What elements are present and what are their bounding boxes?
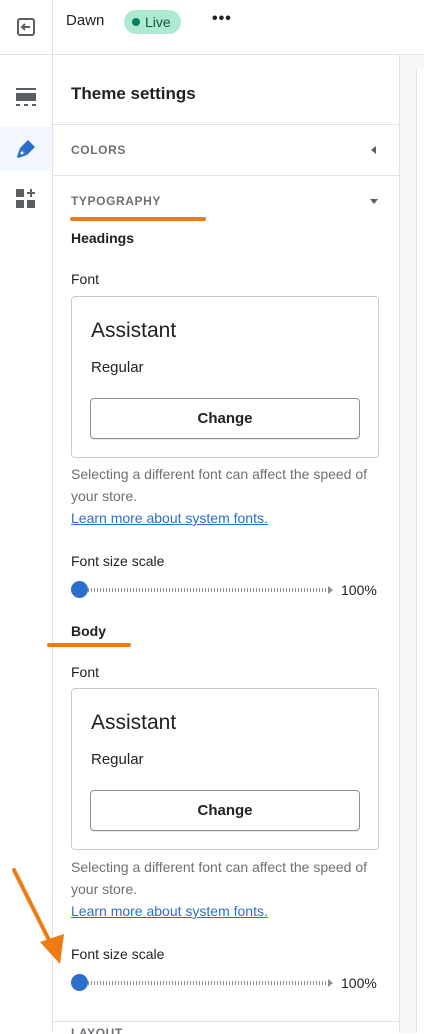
headings-help: Selecting a different font can affect th…	[71, 463, 371, 529]
add-apps-icon	[16, 189, 35, 208]
body-font-label: Font	[71, 664, 100, 680]
section-colors-label: COLORS	[71, 143, 126, 157]
annotation-arrow-icon	[12, 868, 64, 964]
section-typography-label: TYPOGRAPHY	[71, 194, 162, 208]
sections-icon	[16, 88, 36, 106]
headings-font-style: Regular	[91, 359, 144, 376]
live-dot-icon	[132, 18, 140, 26]
slider-thumb[interactable]	[71, 974, 88, 991]
rail-item-apps[interactable]	[0, 177, 52, 221]
exit-icon	[17, 18, 35, 36]
body-help-text: Selecting a different font can affect th…	[71, 859, 368, 897]
body-font-card: Assistant Regular Change	[71, 688, 379, 850]
preview-pane	[400, 55, 424, 1033]
live-label: Live	[145, 14, 171, 30]
section-colors[interactable]: COLORS	[53, 124, 399, 175]
headings-font-size-slider[interactable]: 100%	[71, 579, 383, 599]
body-help: Selecting a different font can affect th…	[71, 856, 371, 922]
headings-help-text: Selecting a different font can affect th…	[71, 466, 368, 504]
slider-thumb[interactable]	[71, 581, 88, 598]
headings-scale-label: Font size scale	[71, 553, 165, 569]
headings-change-font-button[interactable]: Change	[90, 398, 360, 439]
slider-arrow-icon	[328, 979, 333, 987]
section-layout[interactable]: LAYOUT	[53, 1021, 399, 1034]
body-change-font-button[interactable]: Change	[90, 790, 360, 831]
rail-item-sections[interactable]	[0, 75, 52, 119]
exit-button[interactable]	[0, 0, 53, 54]
body-title: Body	[71, 623, 106, 639]
headings-system-fonts-link[interactable]: Learn more about system fonts.	[71, 507, 371, 529]
theme-brush-icon	[17, 140, 35, 158]
body-font-style: Regular	[91, 751, 144, 768]
slider-track	[79, 981, 329, 985]
headings-title: Headings	[71, 230, 135, 246]
body-scale-value: 100%	[341, 975, 377, 991]
body-scale-label: Font size scale	[71, 946, 165, 962]
top-bar: Dawn Live •••	[0, 0, 424, 55]
more-actions-button[interactable]: •••	[212, 10, 232, 28]
annotation-underline-typography	[70, 217, 206, 221]
headings-font-name: Assistant	[91, 319, 177, 342]
body-system-fonts-link[interactable]: Learn more about system fonts.	[71, 900, 371, 922]
headings-font-label: Font	[71, 271, 100, 287]
headings-font-card: Assistant Regular Change	[71, 296, 379, 458]
caret-left-icon	[371, 146, 376, 154]
store-name: Dawn	[66, 12, 105, 29]
theme-settings-panel: Theme settings COLORS TYPOGRAPHY Heading…	[53, 55, 400, 1034]
body-font-name: Assistant	[91, 711, 177, 734]
headings-scale-value: 100%	[341, 582, 377, 598]
caret-down-icon	[370, 199, 378, 204]
slider-arrow-icon	[328, 586, 333, 594]
live-status-badge: Live	[124, 10, 181, 34]
annotation-underline-body	[47, 643, 131, 647]
rail-item-theme-settings[interactable]	[0, 127, 52, 171]
slider-track	[79, 588, 329, 592]
preview-frame	[416, 69, 424, 1033]
panel-title: Theme settings	[71, 84, 196, 103]
body-font-size-slider[interactable]: 100%	[71, 972, 383, 992]
